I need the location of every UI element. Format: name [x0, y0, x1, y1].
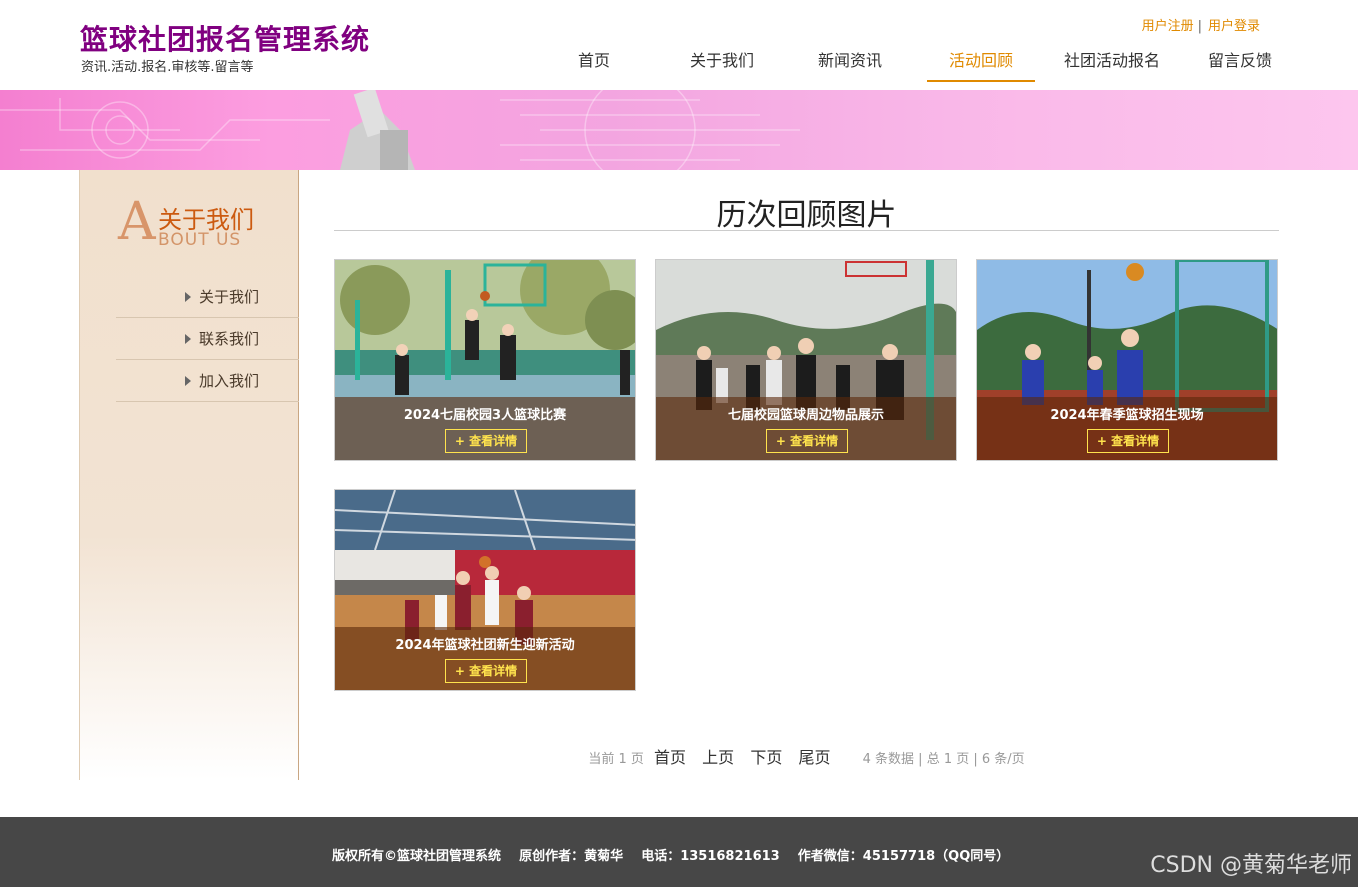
pager-last[interactable]: 尾页 — [798, 748, 830, 767]
banner-image — [0, 90, 1358, 170]
chevron-right-icon — [184, 291, 191, 302]
about-logo-en: BOUT US — [158, 230, 242, 250]
site-subtitle: 资讯.活动.报名.审核等.留言等 — [81, 60, 254, 75]
nav-item-home[interactable]: 首页 — [530, 40, 658, 82]
nav-item-about[interactable]: 关于我们 — [658, 40, 786, 82]
side-item-join[interactable]: 加入我们 — [116, 360, 299, 402]
card-caption: 2024七届校园3人篮球比赛 — [403, 408, 567, 423]
site-title[interactable]: 篮球社团报名管理系统 — [80, 18, 370, 58]
chevron-right-icon — [184, 333, 191, 344]
side-item-label: 关于我们 — [198, 288, 259, 306]
photo-card[interactable]: 2024年春季篮球招生现场 + 查看详情 — [976, 259, 1278, 461]
about-us-logo: A 关于我们 BOUT US — [118, 192, 278, 252]
banner-graphic — [0, 90, 800, 170]
pagination: 当前 1 页 首页 上页 下页 尾页 4 条数据 | 总 1 页 | 6 条/页 — [334, 744, 1279, 768]
view-detail-button[interactable]: + 查看详情 — [766, 429, 848, 453]
footer-copyright: 版权所有©篮球社团管理系统 原创作者：黄菊华 电话：13516821613 作者… — [332, 849, 1010, 864]
pager-current: 当前 1 页 — [588, 752, 644, 767]
nav-item-feedback[interactable]: 留言反馈 — [1176, 40, 1304, 82]
nav-item-news[interactable]: 新闻资讯 — [786, 40, 914, 82]
card-overlay: 2024七届校园3人篮球比赛 + 查看详情 — [335, 397, 635, 460]
sidebar: A 关于我们 BOUT US 关于我们 联系我们 加入我们 — [79, 170, 299, 780]
view-detail-button[interactable]: + 查看详情 — [445, 659, 527, 683]
main-nav: 首页 关于我们 新闻资讯 活动回顾 社团活动报名 留言反馈 — [530, 40, 1304, 82]
pager-prev[interactable]: 上页 — [702, 748, 734, 767]
card-overlay: 七届校园篮球周边物品展示 + 查看详情 — [656, 397, 956, 460]
pager-next[interactable]: 下页 — [750, 748, 782, 767]
nav-item-signup[interactable]: 社团活动报名 — [1048, 40, 1176, 82]
link-separator: | — [1197, 19, 1202, 34]
side-menu: 关于我们 联系我们 加入我们 — [116, 276, 299, 402]
side-item-contact[interactable]: 联系我们 — [116, 318, 299, 360]
chevron-right-icon — [184, 375, 191, 386]
page-title: 历次回顾图片 — [334, 170, 1279, 233]
pager-info: 4 条数据 | 总 1 页 | 6 条/页 — [862, 752, 1025, 767]
site-header: 篮球社团报名管理系统 资讯.活动.报名.审核等.留言等 用户注册 | 用户登录 首页… — [0, 0, 1358, 90]
register-link[interactable]: 用户注册 — [1142, 19, 1194, 34]
card-overlay: 2024年篮球社团新生迎新活动 + 查看详情 — [335, 627, 635, 690]
about-logo-letter: A — [118, 192, 156, 252]
side-item-about[interactable]: 关于我们 — [116, 276, 299, 318]
pager-first[interactable]: 首页 — [654, 748, 686, 767]
main-content: 历次回顾图片 2024七届校园3人篮球比赛 + 查看详情 七届校园篮球周边物品展… — [334, 170, 1279, 691]
photo-card[interactable]: 2024年篮球社团新生迎新活动 + 查看详情 — [334, 489, 636, 691]
site-footer: 版权所有©篮球社团管理系统 原创作者：黄菊华 电话：13516821613 作者… — [0, 817, 1358, 887]
side-item-label: 加入我们 — [198, 372, 259, 390]
card-caption: 2024年春季篮球招生现场 — [1050, 408, 1204, 423]
csdn-watermark: CSDN @黄菊华老师 — [1150, 853, 1352, 878]
side-item-label: 联系我们 — [198, 330, 259, 348]
card-caption: 2024年篮球社团新生迎新活动 — [395, 638, 575, 653]
nav-item-review[interactable]: 活动回顾 — [927, 40, 1035, 82]
card-caption: 七届校园篮球周边物品展示 — [727, 408, 884, 423]
view-detail-button[interactable]: + 查看详情 — [1087, 429, 1169, 453]
photo-card[interactable]: 2024七届校园3人篮球比赛 + 查看详情 — [334, 259, 636, 461]
login-link[interactable]: 用户登录 — [1208, 19, 1260, 34]
photo-card[interactable]: 七届校园篮球周边物品展示 + 查看详情 — [655, 259, 957, 461]
user-links: 用户注册 | 用户登录 — [1142, 15, 1260, 34]
view-detail-button[interactable]: + 查看详情 — [445, 429, 527, 453]
card-overlay: 2024年春季篮球招生现场 + 查看详情 — [977, 397, 1277, 460]
